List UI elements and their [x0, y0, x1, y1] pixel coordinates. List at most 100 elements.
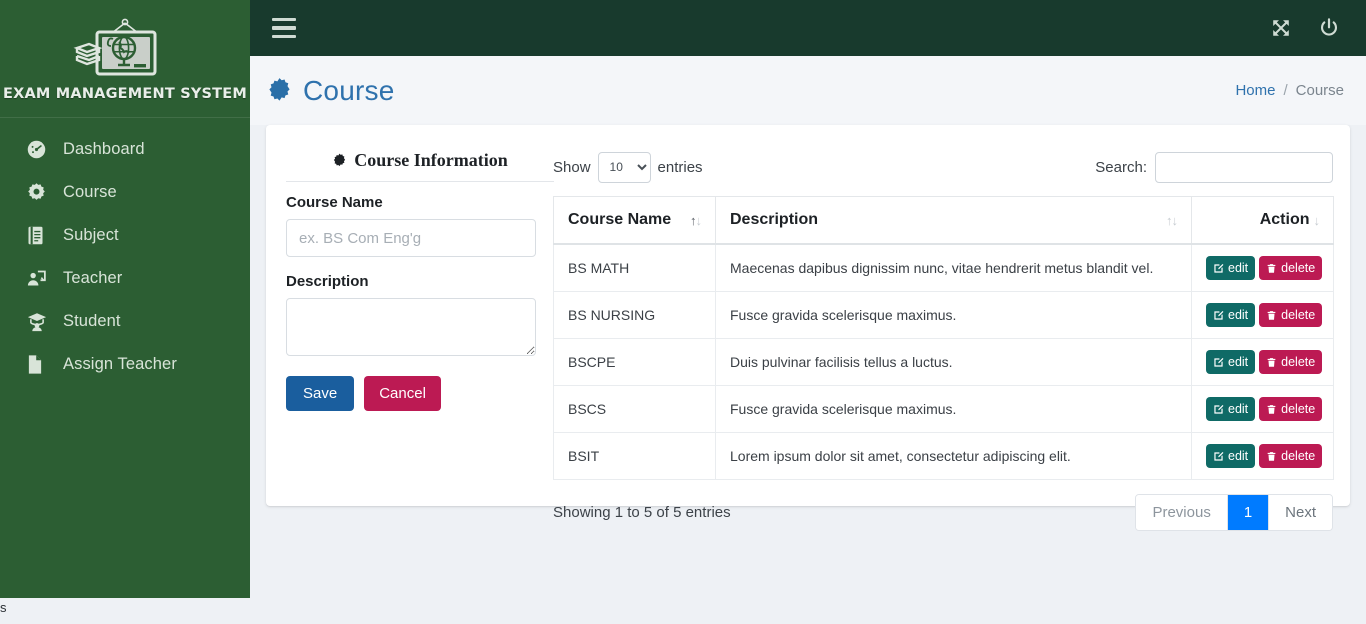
save-button[interactable]: Save [286, 376, 355, 411]
sidebar-item-student[interactable]: Student [0, 300, 250, 343]
column-header-label: Course Name [568, 211, 672, 228]
sidebar-item-label: Assign Teacher [63, 355, 177, 373]
cell-description: Fusce gravida scelerisque maximus. [715, 385, 1192, 433]
pagination-next-button[interactable]: Next [1269, 495, 1332, 530]
table-toolbar: Show 102550100 entries Search: [553, 150, 1333, 184]
power-icon[interactable] [1318, 17, 1340, 39]
sidebar-item-teacher[interactable]: Teacher [0, 257, 250, 300]
graduation-cap-icon [26, 311, 52, 333]
certificate-starburst-icon [269, 78, 290, 101]
book-icon [26, 225, 52, 247]
delete-button[interactable]: delete [1259, 444, 1323, 468]
table-body: BS MATH Maecenas dapibus dignissim nunc, … [553, 243, 1334, 480]
delete-button-label: delete [1281, 449, 1316, 463]
pagination: Previous 1 Next [1135, 494, 1333, 531]
app-logo[interactable]: EXAM MANAGEMENT SYSTEM [0, 0, 250, 114]
delete-button-label: delete [1281, 355, 1316, 369]
cancel-button[interactable]: Cancel [364, 376, 441, 411]
edit-button[interactable]: edit [1206, 256, 1256, 280]
pagination-previous-button[interactable]: Previous [1136, 495, 1228, 530]
table-row: BS MATH Maecenas dapibus dignissim nunc, … [553, 243, 1334, 292]
column-header-description[interactable]: Description ↑↓ [715, 196, 1192, 245]
edit-button[interactable]: edit [1206, 303, 1256, 327]
table-info-text: Showing 1 to 5 of 5 entries [553, 504, 731, 521]
topbar-actions [1270, 17, 1340, 39]
edit-pencil-icon [1214, 404, 1224, 414]
table-header-row: Course Name ↑↓ Description ↑↓ Action ↓ [553, 196, 1334, 245]
breadcrumb-home-link[interactable]: Home [1235, 82, 1275, 99]
page-title: Course [303, 74, 395, 106]
table-row: BSCPE Duis pulvinar facilisis tellus a lu… [553, 338, 1334, 386]
sidebar-item-label: Course [63, 183, 117, 201]
speedometer-icon [26, 139, 52, 161]
sidebar-item-subject[interactable]: Subject [0, 214, 250, 257]
column-header-course-name[interactable]: Course Name ↑↓ [553, 196, 716, 245]
delete-button[interactable]: delete [1259, 397, 1323, 421]
trash-icon [1267, 263, 1276, 273]
sidebar-item-dashboard[interactable]: Dashboard [0, 128, 250, 171]
edit-button-label: edit [1228, 402, 1249, 416]
teacher-person-icon [26, 268, 52, 290]
status-text-fragment: s [0, 600, 7, 615]
description-label: Description [286, 273, 369, 290]
course-table-panel: Show 102550100 entries Search: [553, 150, 1334, 531]
show-label: Show [553, 158, 591, 176]
search-label: Search: [1095, 158, 1147, 176]
column-header-label: Action [1259, 211, 1310, 228]
column-header-label: Description [730, 211, 819, 228]
sidebar-item-assign-teacher[interactable]: Assign Teacher [0, 343, 250, 386]
delete-button[interactable]: delete [1259, 256, 1323, 280]
chalkboard-globe-books-icon [73, 18, 157, 75]
sort-arrows-icon: ↑↓ [1166, 212, 1178, 228]
cell-description: Fusce gravida scelerisque maximus. [715, 291, 1192, 339]
sort-arrows-icon: ↑↓ [690, 212, 702, 228]
edit-button[interactable]: edit [1206, 350, 1256, 374]
cell-description: Duis pulvinar facilisis tellus a luctus. [715, 338, 1192, 386]
search-input[interactable] [1155, 151, 1333, 183]
application-root: EXAM MANAGEMENT SYSTEM Dashboard Course … [0, 0, 1366, 624]
hamburger-icon[interactable] [272, 18, 296, 38]
cell-course-name: BS MATH [553, 243, 716, 292]
edit-pencil-icon [1214, 263, 1224, 273]
cell-description: Lorem ipsum dolor sit amet, consectetur … [715, 432, 1192, 480]
edit-button[interactable]: edit [1206, 397, 1256, 421]
course-name-input[interactable] [286, 219, 536, 257]
trash-icon [1267, 404, 1276, 414]
table-length-control: Show 102550100 entries [553, 151, 703, 183]
sidebar-divider [0, 117, 250, 118]
trash-icon [1267, 357, 1276, 367]
course-information-form: Course Information Course Name Descripti… [286, 150, 554, 411]
delete-button[interactable]: delete [1259, 350, 1323, 374]
cell-action: edit delete [1191, 432, 1334, 480]
app-logo-text: EXAM MANAGEMENT SYSTEM [2, 85, 248, 102]
breadcrumb-current: Course [1295, 82, 1344, 99]
pagination-page-1-button[interactable]: 1 [1227, 495, 1270, 530]
delete-button[interactable]: delete [1259, 303, 1323, 327]
entries-label: entries [657, 158, 703, 176]
delete-button-label: delete [1281, 308, 1316, 322]
sidebar-item-course[interactable]: Course [0, 171, 250, 214]
edit-pencil-icon [1214, 451, 1224, 461]
delete-button-label: delete [1281, 261, 1316, 275]
cell-action: edit delete [1191, 385, 1334, 433]
form-heading: Course Information [286, 150, 554, 181]
column-header-action[interactable]: Action ↓ [1191, 196, 1334, 245]
cell-action: edit delete [1191, 243, 1334, 292]
table-head: Course Name ↑↓ Description ↑↓ Action ↓ [553, 196, 1334, 245]
table-row: BS NURSING Fusce gravida scelerisque maxi… [553, 291, 1334, 339]
edit-pencil-icon [1214, 357, 1224, 367]
expand-arrows-icon[interactable] [1270, 17, 1292, 39]
description-input[interactable] [286, 298, 536, 356]
entries-per-page-select[interactable]: 102550100 [597, 151, 651, 183]
cell-course-name: BS NURSING [553, 291, 716, 339]
table-footer: Showing 1 to 5 of 5 entries Previous 1 N… [553, 494, 1333, 531]
edit-button[interactable]: edit [1206, 444, 1256, 468]
table-row: BSIT Lorem ipsum dolor sit amet, consecte… [553, 432, 1334, 480]
cell-action: edit delete [1191, 338, 1334, 386]
breadcrumb: Home / Course [1235, 82, 1344, 99]
content-card: Course Information Course Name Descripti… [266, 125, 1350, 531]
sidebar-item-label: Dashboard [63, 140, 145, 158]
cell-course-name: BSCPE [553, 338, 716, 386]
page-header: Course Home / Course [250, 56, 1366, 125]
sort-arrow-down-icon: ↓ [1313, 212, 1320, 228]
